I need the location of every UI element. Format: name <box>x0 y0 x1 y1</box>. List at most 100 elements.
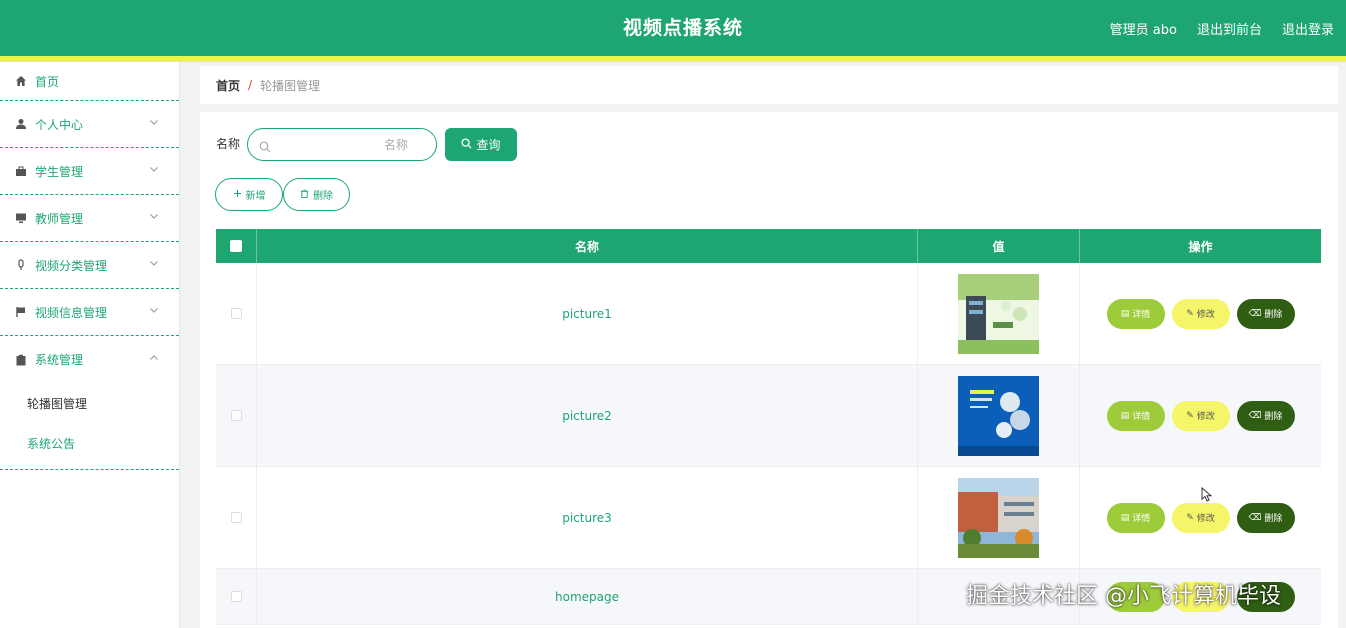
delete-button[interactable]: ⌫ 删除 <box>1236 298 1295 329</box>
detail-button[interactable]: ▤ 详情 <box>1106 502 1165 533</box>
sidebar-item-home[interactable]: 首页 <box>0 62 179 101</box>
checkbox-cell <box>216 365 257 466</box>
logout-link[interactable]: 退出登录 <box>1282 19 1334 38</box>
detail-button[interactable]: ▤ 详情 <box>1106 400 1165 431</box>
breadcrumb-separator: / <box>248 78 253 92</box>
chevron-down-icon <box>147 305 161 319</box>
sidebar-item-students[interactable]: 学生管理 <box>0 148 179 195</box>
column-header-value: 值 <box>918 229 1080 263</box>
detail-button[interactable]: ▤ 详情 <box>1106 298 1165 329</box>
sidebar-item-label: 个人中心 <box>35 117 84 132</box>
delete-button-label: 删除 <box>1264 514 1283 524</box>
mic-icon <box>14 259 27 272</box>
bulk-delete-button[interactable]: 删除 <box>283 178 350 211</box>
pencil-icon: ✎ <box>1186 410 1194 421</box>
carousel-thumbnail[interactable] <box>958 477 1039 558</box>
sidebar-item-announcements[interactable]: 系统公告 <box>0 423 179 463</box>
chevron-up-icon <box>147 353 161 367</box>
system-submenu: 轮播图管理 系统公告 <box>0 383 179 470</box>
plus-icon <box>233 189 242 201</box>
sidebar-item-label: 首页 <box>35 74 60 89</box>
monitor-icon <box>14 212 27 225</box>
table-row: picture1 ▤ 详情 ✎ 修改 ⌫ 删除 <box>216 263 1321 365</box>
add-button[interactable]: 新增 <box>215 178 283 211</box>
document-icon: ▤ <box>1120 308 1130 319</box>
header-accent-stripe <box>0 56 1346 62</box>
flag-icon <box>14 306 27 319</box>
row-checkbox[interactable] <box>230 308 242 319</box>
query-button[interactable]: 查询 <box>445 128 517 161</box>
current-user-label: 管理员 abo <box>1109 22 1177 38</box>
bulk-delete-label: 删除 <box>313 191 333 202</box>
delete-button[interactable]: ⌫ 删除 <box>1236 400 1295 431</box>
row-checkbox[interactable] <box>230 591 242 602</box>
clipboard-icon <box>14 353 27 366</box>
watermark: 掘金技术社区 @小飞计算机毕设 <box>966 584 1281 609</box>
trash-icon: ⌫ <box>1248 512 1262 523</box>
row-checkbox[interactable] <box>230 512 242 523</box>
actions-cell: ▤ 详情 ✎ 修改 ⌫ 删除 <box>1080 467 1321 568</box>
row-name: picture3 <box>257 467 918 568</box>
query-button-label: 查询 <box>476 138 501 152</box>
edit-button[interactable]: ✎ 修改 <box>1171 502 1230 533</box>
checkbox-cell <box>216 263 257 364</box>
row-name: picture1 <box>257 263 918 364</box>
add-button-label: 新增 <box>245 191 266 202</box>
search-input[interactable] <box>278 133 428 157</box>
exit-to-front-link[interactable]: 退出到前台 <box>1197 19 1262 38</box>
sidebar-item-teachers[interactable]: 教师管理 <box>0 195 179 242</box>
breadcrumb: 首页 / 轮播图管理 <box>200 66 1338 104</box>
document-icon: ▤ <box>1120 512 1130 523</box>
user-icon <box>14 118 27 131</box>
sidebar-item-system[interactable]: 系统管理 <box>0 336 179 383</box>
breadcrumb-current: 轮播图管理 <box>260 78 321 93</box>
sidebar-item-profile[interactable]: 个人中心 <box>0 101 179 148</box>
sidebar-item-label: 系统管理 <box>35 353 84 367</box>
delete-button-label: 删除 <box>1264 310 1283 320</box>
edit-button-label: 修改 <box>1196 310 1215 320</box>
trash-icon: ⌫ <box>1248 308 1262 319</box>
header-links: 管理员 abo 退出到前台 退出登录 <box>1110 0 1334 56</box>
trash-icon <box>300 188 309 201</box>
trash-icon: ⌫ <box>1248 410 1262 421</box>
row-name: picture2 <box>257 365 918 466</box>
checkbox-cell <box>216 467 257 568</box>
chevron-down-icon <box>147 117 161 131</box>
row-name: homepage <box>257 569 918 624</box>
detail-button-label: 详情 <box>1132 412 1151 422</box>
search-icon <box>461 137 473 152</box>
search-field[interactable] <box>247 128 437 161</box>
carousel-thumbnail[interactable] <box>958 273 1039 354</box>
sidebar: 首页 个人中心 学生管理 教师管理 视频分类管理 视频信息管理 系统管理 轮播图… <box>0 62 180 628</box>
sidebar-item-carousel[interactable]: 轮播图管理 <box>0 383 179 423</box>
search-icon <box>259 138 271 153</box>
main-panel: 名称 查询 新增 删除 名称 值 操作 picture <box>200 112 1338 628</box>
chevron-down-icon <box>147 258 161 272</box>
sidebar-item-video-categories[interactable]: 视频分类管理 <box>0 242 179 289</box>
chevron-down-icon <box>147 211 161 225</box>
edit-button[interactable]: ✎ 修改 <box>1171 400 1230 431</box>
table-header: 名称 值 操作 <box>216 229 1321 263</box>
sidebar-item-label: 学生管理 <box>35 164 84 179</box>
sidebar-item-label: 视频分类管理 <box>35 258 108 273</box>
home-icon <box>14 75 27 88</box>
row-checkbox[interactable] <box>230 410 242 421</box>
chevron-down-icon <box>147 164 161 178</box>
pencil-icon: ✎ <box>1186 512 1194 523</box>
image-cell <box>918 263 1080 364</box>
sidebar-item-label: 教师管理 <box>35 211 84 226</box>
edit-button-label: 修改 <box>1196 514 1215 524</box>
pencil-icon: ✎ <box>1186 308 1194 319</box>
detail-button-label: 详情 <box>1132 310 1151 320</box>
edit-button[interactable]: ✎ 修改 <box>1171 298 1230 329</box>
table-row: picture3 ▤ 详情 ✎ 修改 ⌫ 删除 <box>216 467 1321 569</box>
data-table: 名称 值 操作 picture1 ▤ 详情 ✎ 修改 ⌫ 删除 picture2… <box>216 229 1321 625</box>
breadcrumb-home[interactable]: 首页 <box>216 77 240 94</box>
sidebar-item-video-info[interactable]: 视频信息管理 <box>0 289 179 336</box>
delete-button[interactable]: ⌫ 删除 <box>1236 502 1295 533</box>
header-checkbox-cell <box>216 229 257 263</box>
select-all-checkbox[interactable] <box>230 240 242 252</box>
column-header-name: 名称 <box>257 229 918 263</box>
search-label: 名称 <box>216 137 241 151</box>
carousel-thumbnail[interactable] <box>958 375 1039 456</box>
